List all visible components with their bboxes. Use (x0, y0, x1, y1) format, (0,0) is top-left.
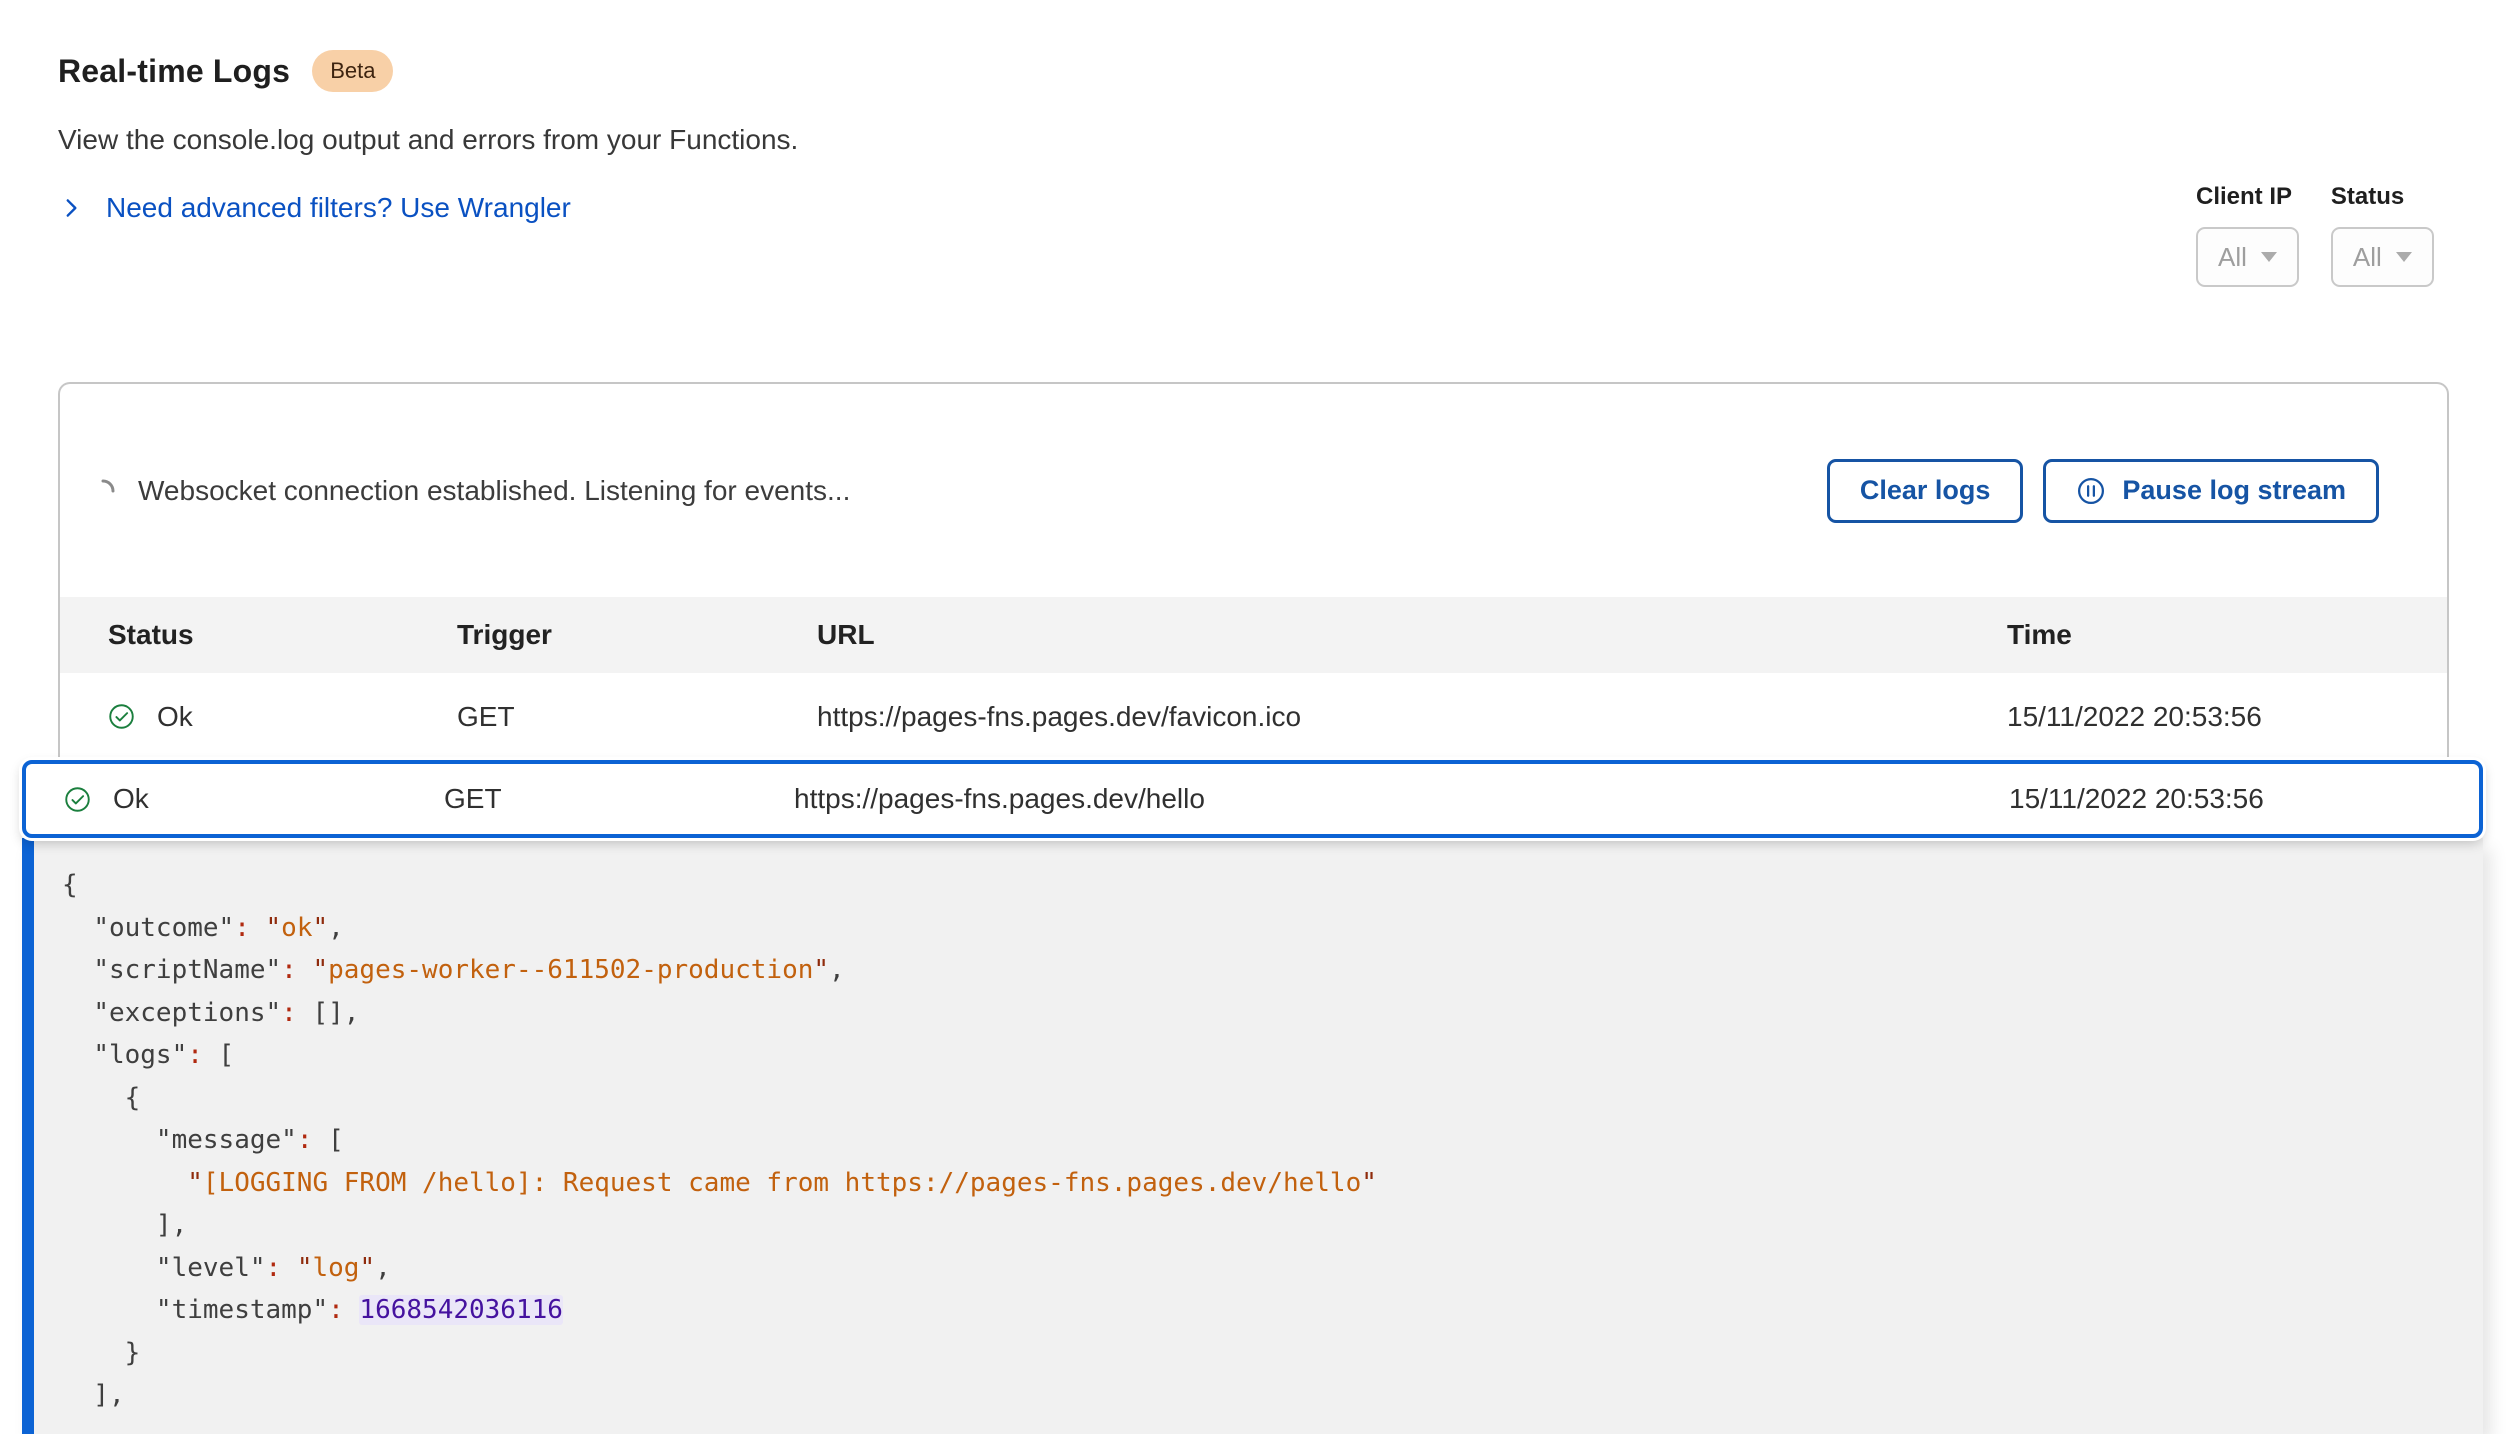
json-log-line: } (62, 1332, 2483, 1375)
selected-log-row[interactable]: Ok GET https://pages-fns.pages.dev/hello… (22, 760, 2483, 838)
json-log-line: "exceptions": [], (62, 992, 2483, 1035)
header-url: URL (817, 619, 2007, 651)
beta-badge: Beta (312, 50, 393, 92)
header-trigger: Trigger (457, 619, 817, 651)
page-title: Real-time Logs (58, 53, 290, 90)
status-filter-value: All (2353, 242, 2382, 273)
spinner-icon (90, 478, 116, 504)
client-ip-value: All (2218, 242, 2247, 273)
json-log-line: ], (62, 1204, 2483, 1247)
client-ip-dropdown[interactable]: All (2196, 227, 2299, 287)
caret-down-icon (2396, 252, 2412, 262)
json-log-line: "timestamp": 1668542036116 (62, 1289, 2483, 1332)
wrangler-advanced-filters-link[interactable]: Need advanced filters? Use Wrangler (58, 192, 571, 224)
filters: Client IP All Status All (2196, 183, 2434, 287)
pause-circle-icon (2076, 476, 2106, 506)
page-header: Real-time Logs Beta View the console.log… (58, 50, 798, 226)
selected-row-trigger: GET (444, 783, 794, 815)
expanded-log-entry: Ok GET https://pages-fns.pages.dev/hello… (22, 760, 2483, 1434)
status-dropdown[interactable]: All (2331, 227, 2434, 287)
json-log-viewer: { "outcome": "ok", "scriptName": "pages-… (22, 838, 2483, 1434)
log-table-header: Status Trigger URL Time (60, 597, 2447, 673)
check-circle-icon (64, 786, 91, 813)
status-cell: Ok (64, 783, 444, 815)
selected-row-status: Ok (113, 783, 149, 815)
json-log-line: "message": [ (62, 1119, 2483, 1162)
header-status: Status (108, 619, 457, 651)
status-cell: Ok (108, 701, 457, 733)
row-trigger: GET (457, 701, 817, 733)
title-row: Real-time Logs Beta (58, 50, 798, 92)
json-log-line: { (62, 1077, 2483, 1120)
check-circle-icon (108, 703, 135, 730)
json-log-lines: { "outcome": "ok", "scriptName": "pages-… (62, 864, 2483, 1417)
status-filter: Status All (2331, 183, 2434, 287)
clear-logs-button[interactable]: Clear logs (1827, 459, 2024, 523)
row-url: https://pages-fns.pages.dev/favicon.ico (817, 701, 2007, 733)
connection-message: Websocket connection established. Listen… (90, 475, 850, 507)
json-log-line: { (62, 864, 2483, 907)
json-log-line: "[LOGGING FROM /hello]: Request came fro… (62, 1162, 2483, 1205)
row-status: Ok (157, 701, 193, 733)
row-time: 15/11/2022 20:53:56 (2007, 701, 2407, 733)
connection-message-text: Websocket connection established. Listen… (138, 475, 850, 507)
json-log-line: "level": "log", (62, 1247, 2483, 1290)
chevron-right-icon (58, 195, 84, 221)
client-ip-label: Client IP (2196, 183, 2299, 211)
selected-row-time: 15/11/2022 20:53:56 (2009, 783, 2439, 815)
header-time: Time (2007, 619, 2407, 651)
pause-log-stream-button[interactable]: Pause log stream (2043, 459, 2379, 523)
clear-logs-label: Clear logs (1860, 475, 1991, 506)
connection-bar: Websocket connection established. Listen… (60, 384, 2447, 597)
json-log-line: "logs": [ (62, 1034, 2483, 1077)
selected-row-url: https://pages-fns.pages.dev/hello (794, 783, 2009, 815)
status-filter-label: Status (2331, 183, 2434, 211)
wrangler-link-label: Need advanced filters? Use Wrangler (106, 192, 571, 224)
log-actions: Clear logs Pause log stream (1827, 459, 2379, 523)
pause-log-stream-label: Pause log stream (2122, 475, 2346, 506)
json-log-line: "scriptName": "pages-worker--611502-prod… (62, 949, 2483, 992)
json-log-line: "outcome": "ok", (62, 907, 2483, 950)
page-subtitle: View the console.log output and errors f… (58, 124, 798, 156)
client-ip-filter: Client IP All (2196, 183, 2299, 287)
log-table-row[interactable]: Ok GET https://pages-fns.pages.dev/favic… (60, 673, 2447, 760)
json-log-line: ], (62, 1374, 2483, 1417)
caret-down-icon (2261, 252, 2277, 262)
